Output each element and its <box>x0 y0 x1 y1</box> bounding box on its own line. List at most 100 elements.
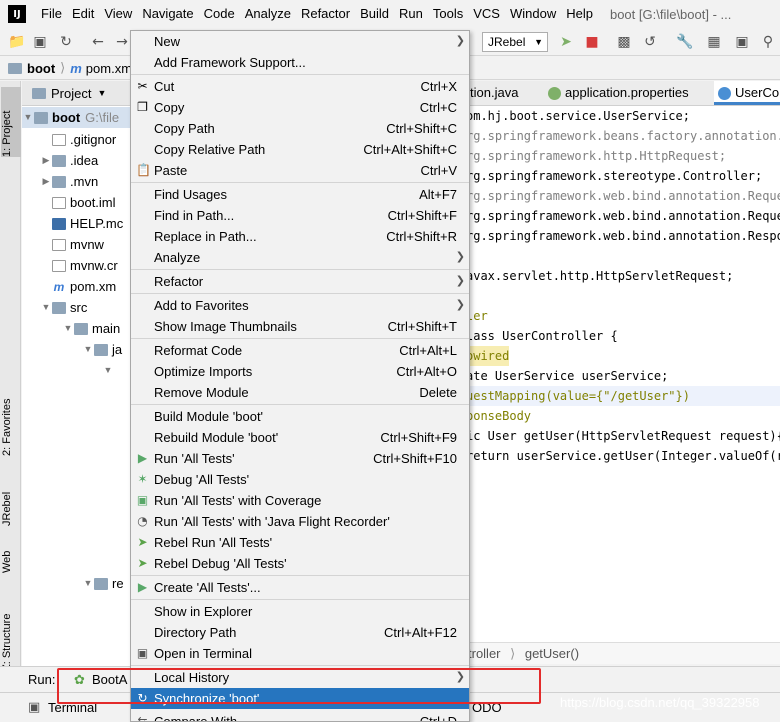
menu-item-add-framework-support[interactable]: Add Framework Support... <box>131 52 469 73</box>
menu-item-compare-with[interactable]: ⇆ Compare With... Ctrl+D <box>131 711 469 721</box>
menu-item-run-with-flight-recorder[interactable]: ◔ Run 'All Tests' with 'Java Flight Recor… <box>131 511 469 532</box>
menu-item-add-to-favorites[interactable]: Add to Favorites ❯ <box>131 295 469 316</box>
run-label: Run: <box>28 672 56 687</box>
breadcrumb-method[interactable]: getUser() <box>525 646 579 661</box>
menu-item-show-in-explorer[interactable]: Show in Explorer <box>131 601 469 622</box>
menu-code[interactable]: Code <box>199 0 240 28</box>
collapse-arrow-icon[interactable]: ▼ <box>22 107 34 128</box>
menu-item-cut[interactable]: ✂ Cut Ctrl+X <box>131 76 469 97</box>
collapse-arrow-icon[interactable]: ▼ <box>102 360 114 381</box>
breadcrumb-project[interactable]: boot <box>27 61 55 76</box>
update-icon[interactable]: ↺ <box>642 34 658 50</box>
tree-item[interactable]: ▼ ja <box>82 339 123 360</box>
menu-item-find-usages[interactable]: Find Usages Alt+F7 <box>131 184 469 205</box>
menu-build[interactable]: Build <box>355 0 394 28</box>
tree-item[interactable]: mvnw <box>52 234 104 255</box>
expand-arrow-icon[interactable]: ▶ <box>40 150 52 171</box>
tree-item[interactable]: ▼ <box>102 360 114 381</box>
menu-item-rebuild-module[interactable]: Rebuild Module 'boot' Ctrl+Shift+F9 <box>131 427 469 448</box>
menu-item-paste[interactable]: 📋 Paste Ctrl+V <box>131 160 469 181</box>
tool-tab-web[interactable]: Web <box>1 543 21 573</box>
tree-item[interactable]: ▼ src <box>40 297 88 318</box>
menu-item-reformat-code[interactable]: Reformat Code Ctrl+Alt+L <box>131 340 469 361</box>
tree-item[interactable]: m pom.xm <box>52 276 117 297</box>
menu-item-debug-all-tests[interactable]: ✶ Debug 'All Tests' <box>131 469 469 490</box>
tool-tab-jrebel[interactable]: JRebel <box>1 476 21 526</box>
menu-item-rebel-run[interactable]: ➤ Rebel Run 'All Tests' <box>131 532 469 553</box>
tree-item[interactable]: mvnw.cr <box>52 255 118 276</box>
attach-icon[interactable]: ▩ <box>616 34 632 50</box>
menu-help[interactable]: Help <box>561 0 598 28</box>
stop-icon[interactable]: ■ <box>584 34 600 50</box>
jrebel-run-icon[interactable]: ➤ <box>558 34 574 50</box>
menu-item-run-with-coverage[interactable]: ▣ Run 'All Tests' with Coverage <box>131 490 469 511</box>
menu-item-rebel-debug[interactable]: ➤ Rebel Debug 'All Tests' <box>131 553 469 574</box>
create-test-icon: ▶ <box>137 580 148 594</box>
menu-item-analyze[interactable]: Analyze ❯ <box>131 247 469 268</box>
project-panel-title[interactable]: Project <box>51 86 91 101</box>
collapse-arrow-icon[interactable]: ▼ <box>40 297 52 318</box>
menu-item-show-image-thumbnails[interactable]: Show Image Thumbnails Ctrl+Shift+T <box>131 316 469 337</box>
menu-item-new[interactable]: New ❯ <box>131 31 469 52</box>
tab-user-controller[interactable]: UserCo <box>714 81 780 105</box>
refresh-icon[interactable]: ↻ <box>58 34 74 50</box>
tool-tab-project[interactable]: 1: Project <box>1 87 21 157</box>
menu-refactor[interactable]: Refactor <box>296 0 355 28</box>
tree-item[interactable]: .gitignor <box>52 129 116 150</box>
tree-root[interactable]: ▼ boot G:\file <box>22 107 133 128</box>
menu-item-run-all-tests[interactable]: ▶ Run 'All Tests' Ctrl+Shift+F10 <box>131 448 469 469</box>
menu-analyze[interactable]: Analyze <box>240 0 296 28</box>
collapse-arrow-icon[interactable]: ▼ <box>62 318 74 339</box>
menu-item-optimize-imports[interactable]: Optimize Imports Ctrl+Alt+O <box>131 361 469 382</box>
breadcrumb-class[interactable]: troller <box>468 646 501 661</box>
tree-item[interactable]: ▶ .mvn <box>40 171 99 192</box>
menu-item-remove-module[interactable]: Remove Module Delete <box>131 382 469 403</box>
menu-item-find-in-path[interactable]: Find in Path... Ctrl+Shift+F <box>131 205 469 226</box>
save-icon[interactable]: ▣ <box>32 34 48 50</box>
tree-item[interactable]: ▼ re <box>82 573 124 594</box>
folder-icon <box>74 322 88 335</box>
menu-item-directory-path[interactable]: Directory Path Ctrl+Alt+F12 <box>131 622 469 643</box>
menu-item-copy-relative-path[interactable]: Copy Relative Path Ctrl+Alt+Shift+C <box>131 139 469 160</box>
search-icon[interactable]: ⚲ <box>760 34 776 50</box>
menu-item-copy-path[interactable]: Copy Path Ctrl+Shift+C <box>131 118 469 139</box>
wrench-icon[interactable]: 🔧 <box>676 34 693 50</box>
menu-vcs[interactable]: VCS <box>468 0 505 28</box>
run-config-select[interactable]: JRebel ▼ <box>482 32 548 52</box>
menu-run[interactable]: Run <box>394 0 428 28</box>
menu-tools[interactable]: Tools <box>428 0 468 28</box>
open-folder-icon[interactable]: 📁 <box>8 34 25 50</box>
menu-item-build-module[interactable]: Build Module 'boot' <box>131 406 469 427</box>
menu-edit[interactable]: Edit <box>67 0 99 28</box>
project-structure-icon[interactable]: ▦ <box>706 34 722 50</box>
tool-tab-favorites[interactable]: 2: Favorites <box>1 376 21 456</box>
collapse-arrow-icon[interactable]: ▼ <box>82 339 94 360</box>
rebel-debug-icon: ➤ <box>137 556 148 570</box>
collapse-arrow-icon[interactable]: ▼ <box>82 573 94 594</box>
menu-item-refactor[interactable]: Refactor ❯ <box>131 271 469 292</box>
breadcrumb-file[interactable]: pom.xm <box>86 61 132 76</box>
expand-arrow-icon[interactable]: ▶ <box>40 171 52 192</box>
tool-tab-structure[interactable]: Z: Structure <box>1 601 21 671</box>
tab-application-properties[interactable]: application.properties <box>544 81 693 105</box>
menu-navigate[interactable]: Navigate <box>137 0 198 28</box>
back-arrow-icon[interactable]: ← <box>90 34 106 50</box>
code-editor[interactable]: om.hj.boot.service.UserService; rg.sprin… <box>466 106 780 642</box>
menu-item-copy[interactable]: ❐ Copy Ctrl+C <box>131 97 469 118</box>
menu-item-create-all-tests[interactable]: ▶ Create 'All Tests'... <box>131 577 469 598</box>
editor-tabs: tion.java application.properties UserCo <box>466 81 780 106</box>
debug-icon: ✶ <box>137 472 148 486</box>
tree-item[interactable]: ▶ .idea <box>40 150 99 171</box>
menu-item-open-in-terminal[interactable]: ▣ Open in Terminal <box>131 643 469 664</box>
tree-item[interactable]: boot.iml <box>52 192 116 213</box>
terminal-toolbar-icon[interactable]: ▣ <box>734 34 750 50</box>
menu-file[interactable]: File <box>36 0 67 28</box>
tree-item[interactable]: ▼ main <box>62 318 121 339</box>
tree-item[interactable]: HELP.mc <box>52 213 123 234</box>
menu-view[interactable]: View <box>99 0 137 28</box>
menu-window[interactable]: Window <box>505 0 561 28</box>
chevron-down-icon[interactable]: ▼ <box>97 88 106 98</box>
forward-arrow-icon[interactable]: → <box>114 34 130 50</box>
tab-application-java[interactable]: tion.java <box>466 81 522 105</box>
menu-item-replace-in-path[interactable]: Replace in Path... Ctrl+Shift+R <box>131 226 469 247</box>
